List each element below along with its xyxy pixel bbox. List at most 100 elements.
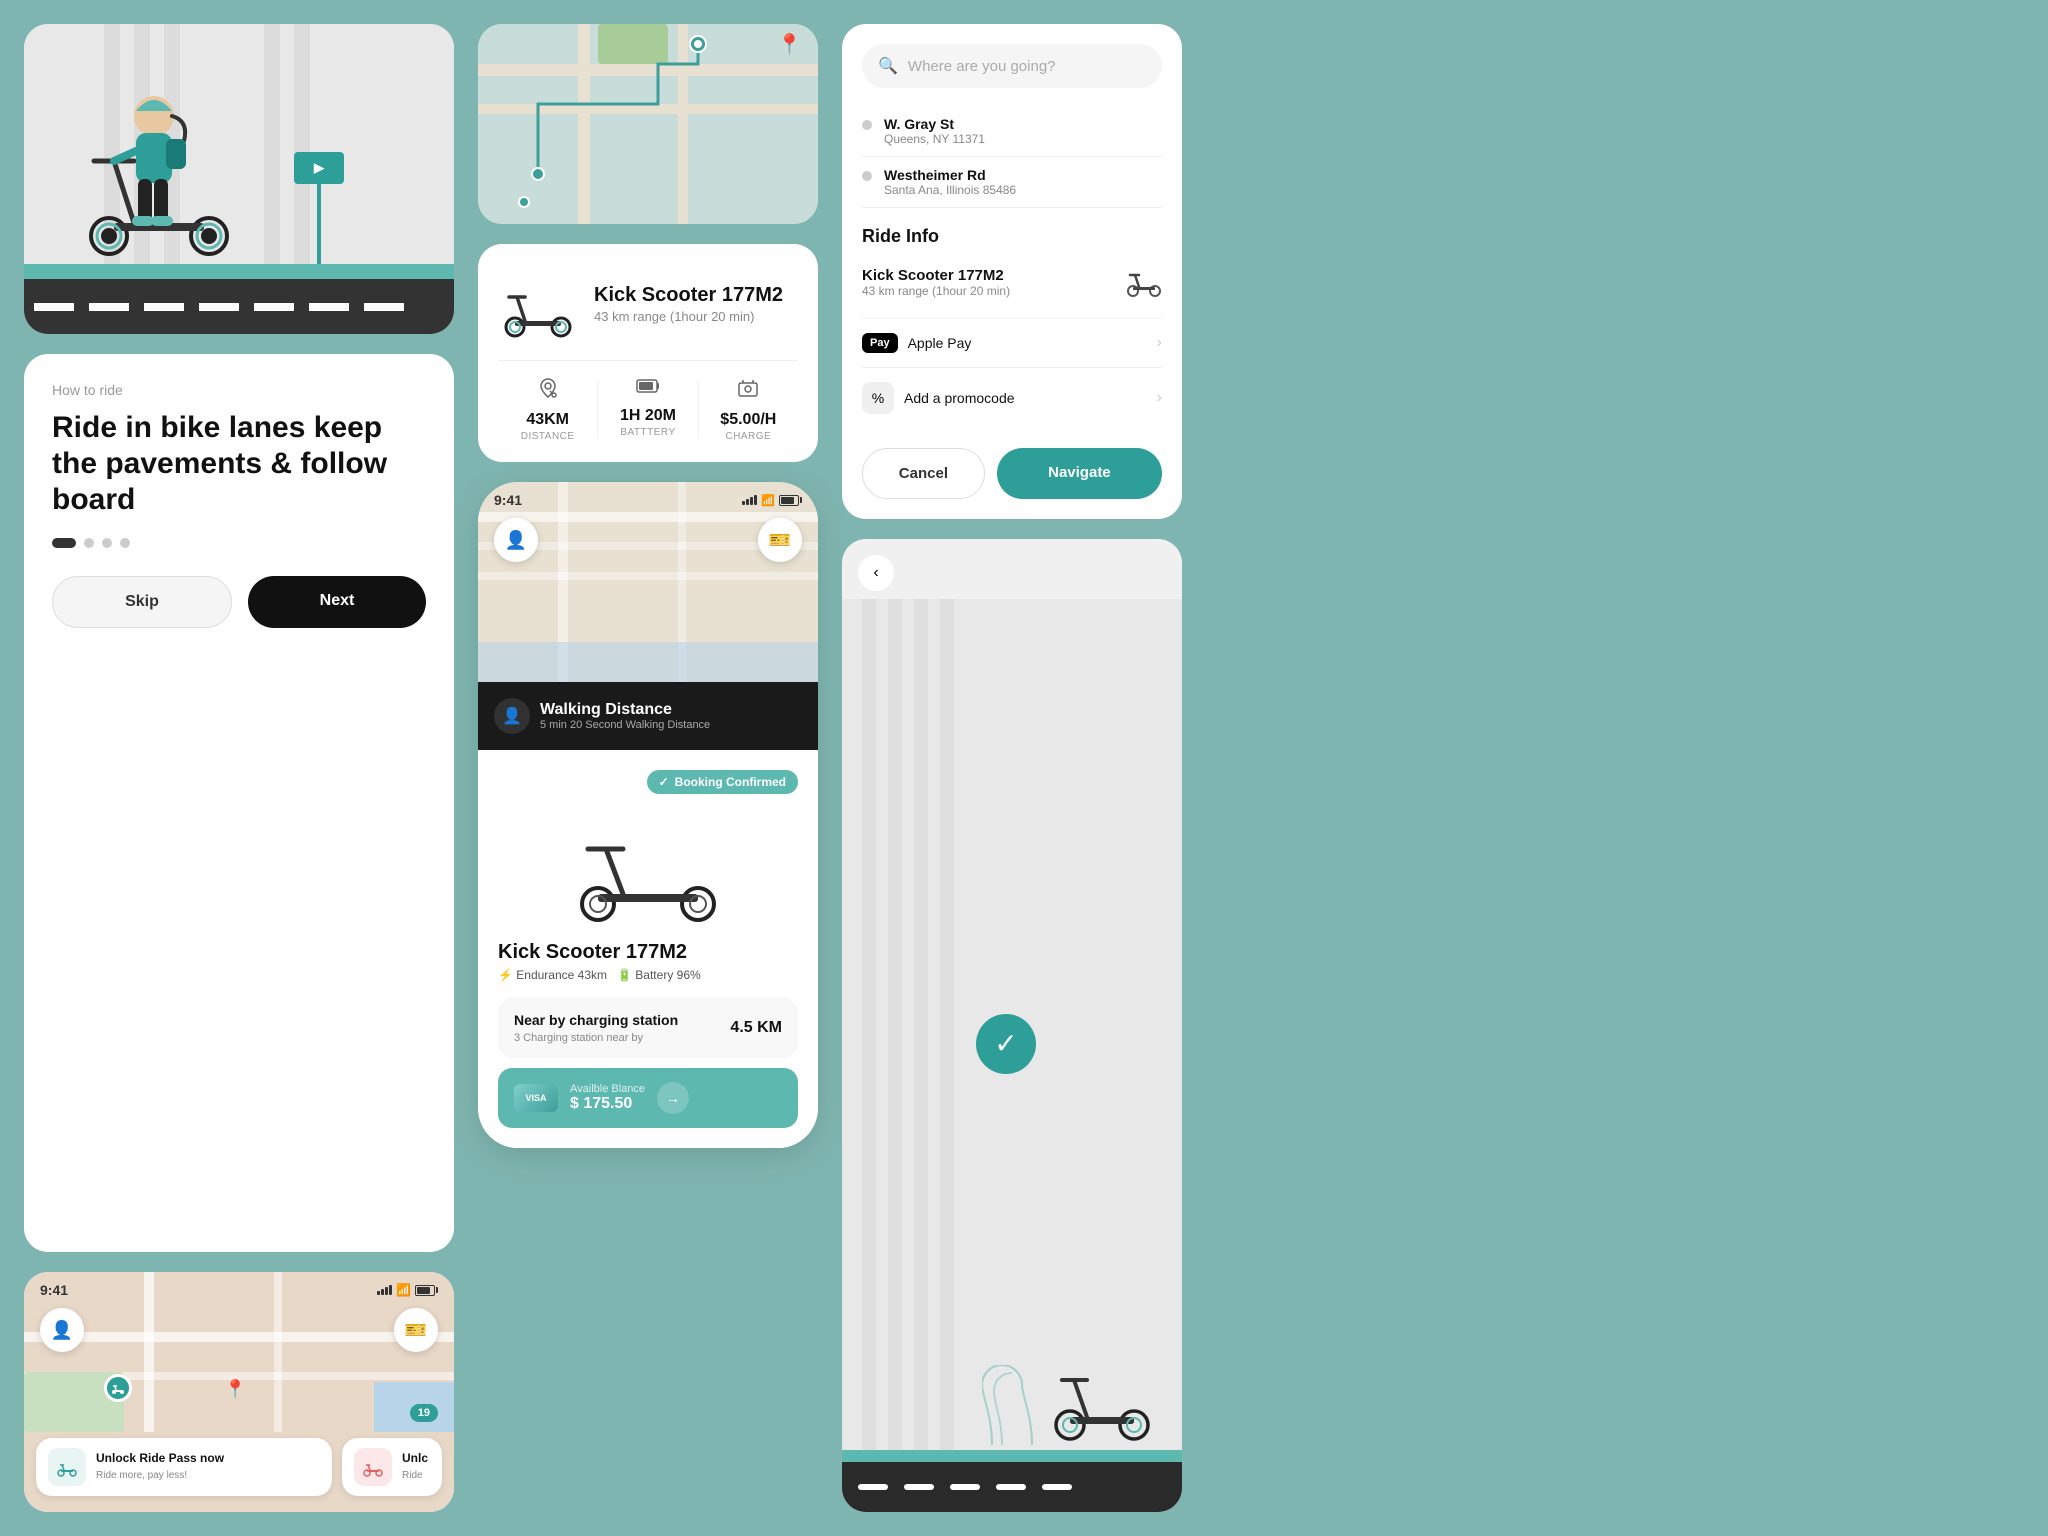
bc-road xyxy=(842,1462,1182,1512)
stat-battery-value: 1H 20M xyxy=(598,407,697,425)
phone-overlay-icons: 👤 🎫 xyxy=(478,518,818,562)
dot-1[interactable] xyxy=(52,538,76,548)
booking-scooter-svg xyxy=(568,804,728,924)
ride-pass-icon-1 xyxy=(48,1448,86,1486)
ride-pass-item-2[interactable]: Unlc Ride xyxy=(342,1438,442,1496)
walking-icon: 👤 xyxy=(494,698,530,734)
stat-charge-value: $5.00/H xyxy=(699,411,798,429)
location-item-1[interactable]: W. Gray St Queens, NY 11371 xyxy=(862,106,1162,157)
chevron-right-icon-1: › xyxy=(1157,334,1162,352)
scooter-header: Kick Scooter 177M2 43 km range (1hour 20… xyxy=(498,264,798,344)
applepay-label: Apple Pay xyxy=(908,335,972,351)
how-title: Ride in bike lanes keep the pavements & … xyxy=(52,410,426,518)
phone-status-2: 9:41 📶 xyxy=(478,492,818,508)
booking-scooter-stats: ⚡ Endurance 43km 🔋 Battery 96% xyxy=(498,968,798,982)
nearby-charging-flex: Near by charging station 3 Charging stat… xyxy=(514,1012,782,1044)
wallet-button[interactable]: 🎫 xyxy=(394,1308,438,1352)
next-button[interactable]: Next xyxy=(248,576,426,628)
bc-top-bar: ‹ xyxy=(842,539,1182,591)
cancel-button[interactable]: Cancel xyxy=(862,448,985,499)
dot-3[interactable] xyxy=(102,538,112,548)
ride-pass-text-2: Unlc Ride xyxy=(402,1451,428,1483)
bc-check-icon: ✓ xyxy=(976,1014,1036,1074)
balance-arrow-icon[interactable]: → xyxy=(657,1082,689,1114)
scooter-info-text: Kick Scooter 177M2 43 km range (1hour 20… xyxy=(594,284,783,324)
promo-icon: % xyxy=(862,382,894,414)
phone-wallet-button[interactable]: 🎫 xyxy=(758,518,802,562)
map-overlay-icons: 👤 🎫 xyxy=(24,1308,454,1352)
booking-scooter-image xyxy=(498,804,798,929)
payment-row-2[interactable]: % Add a promocode › xyxy=(862,367,1162,428)
battery-icon xyxy=(415,1285,438,1296)
hero-card: ‹ ▶ xyxy=(24,24,454,334)
how-to-ride-card: How to ride Ride in bike lanes keep the … xyxy=(24,354,454,1252)
location-dot-1 xyxy=(862,120,872,130)
battery-stat: 🔋 Battery 96% xyxy=(617,968,701,982)
avatar-button[interactable]: 👤 xyxy=(40,1308,84,1352)
walking-sub: 5 min 20 Second Walking Distance xyxy=(540,719,710,731)
ride-pass-item-1[interactable]: Unlock Ride Pass now Ride more, pay less… xyxy=(36,1438,332,1496)
map-card-small: 19 📍 9:41 📶 👤 🎫 xyxy=(24,1272,454,1512)
route-svg xyxy=(478,24,818,224)
scooter-icon xyxy=(57,1457,77,1477)
battery-icon-2 xyxy=(779,495,802,506)
ride-pass-text-1: Unlock Ride Pass now Ride more, pay less… xyxy=(96,1451,224,1483)
booking-confirmed-badge: ✓ Booking Confirmed xyxy=(498,770,798,794)
phone-time-2: 9:41 xyxy=(494,492,522,508)
scooter-name: Kick Scooter 177M2 xyxy=(594,284,783,307)
booking-scooter-name: Kick Scooter 177M2 xyxy=(498,941,798,964)
card-icon: VISA xyxy=(514,1084,558,1112)
nearby-charging-text: Near by charging station 3 Charging stat… xyxy=(514,1012,678,1044)
wifi-icon: 📶 xyxy=(396,1283,411,1297)
phone-frame: 9:41 📶 👤 🎫 xyxy=(478,482,818,1148)
stat-charge-label: CHARGE xyxy=(699,431,798,442)
skip-button[interactable]: Skip xyxy=(52,576,232,628)
road xyxy=(24,279,454,334)
ride-pass-icon-2 xyxy=(354,1448,392,1486)
location-item-2[interactable]: Westheimer Rd Santa Ana, Illinois 85486 xyxy=(862,157,1162,208)
dot-2[interactable] xyxy=(84,538,94,548)
arch-svg xyxy=(982,1365,1042,1445)
nearby-charging-row[interactable]: Near by charging station 3 Charging stat… xyxy=(498,998,798,1058)
distance-icon xyxy=(498,377,597,405)
bc-arches xyxy=(982,1365,1042,1450)
chevron-right-icon-2: › xyxy=(1157,389,1162,407)
payment-row-1[interactable]: Pay Apple Pay › xyxy=(862,318,1162,367)
location-text-2: Westheimer Rd Santa Ana, Illinois 85486 xyxy=(884,167,1016,197)
scooter-detail-svg xyxy=(503,269,573,339)
phone-time: 9:41 xyxy=(40,1282,68,1298)
search-bar[interactable]: 🔍 Where are you going? xyxy=(862,44,1162,88)
wifi-icon-2: 📶 xyxy=(761,494,775,507)
phone-avatar-button[interactable]: 👤 xyxy=(494,518,538,562)
dollar-icon xyxy=(737,377,759,399)
endurance-stat: ⚡ Endurance 43km xyxy=(498,968,607,982)
navigate-button[interactable]: Navigate xyxy=(997,448,1162,499)
stat-battery: 1H 20M BATTTERY xyxy=(598,377,697,442)
location-icon xyxy=(537,377,559,399)
scooter-pink-icon xyxy=(363,1457,383,1477)
scooter-image xyxy=(498,264,578,344)
booking-badge-pill: ✓ Booking Confirmed xyxy=(647,770,798,794)
person-scooter-svg xyxy=(54,61,254,261)
ride-pass-row: Unlock Ride Pass now Ride more, pay less… xyxy=(36,1438,442,1496)
search-input[interactable]: Where are you going? xyxy=(908,58,1146,75)
available-balance-card[interactable]: VISA Availble Blance $ 175.50 → xyxy=(498,1068,798,1128)
booking-panel: ✓ Booking Confirmed Kick Scooter 177M2 xyxy=(478,750,818,1148)
phone-icons-2: 📶 xyxy=(742,494,802,507)
scooter-marker-icon xyxy=(111,1381,125,1395)
ride-info-scooter-row: Kick Scooter 177M2 43 km range (1hour 20… xyxy=(862,261,1162,304)
scooter-info-card: Kick Scooter 177M2 43 km range (1hour 20… xyxy=(478,244,818,462)
phone-map-area: 9:41 📶 👤 🎫 xyxy=(478,482,818,682)
bc-back-button[interactable]: ‹ xyxy=(858,555,894,591)
phone-status-bar: 9:41 📶 xyxy=(24,1282,454,1298)
stat-distance-label: DISTANCE xyxy=(498,431,597,442)
walking-distance-header: 👤 Walking Distance 5 min 20 Second Walki… xyxy=(494,698,802,734)
promo-label: Add a promocode xyxy=(904,390,1015,406)
signal-icon-2 xyxy=(742,495,757,505)
booking-confirmed-card: ‹ ✓ xyxy=(842,539,1182,1512)
battery-stat-icon xyxy=(598,377,697,401)
dot-4[interactable] xyxy=(120,538,130,548)
ride-info-section: Ride Info Kick Scooter 177M2 43 km range… xyxy=(862,226,1162,499)
walking-distance-panel: 👤 Walking Distance 5 min 20 Second Walki… xyxy=(478,682,818,750)
payment-left-1: Pay Apple Pay xyxy=(862,333,971,353)
